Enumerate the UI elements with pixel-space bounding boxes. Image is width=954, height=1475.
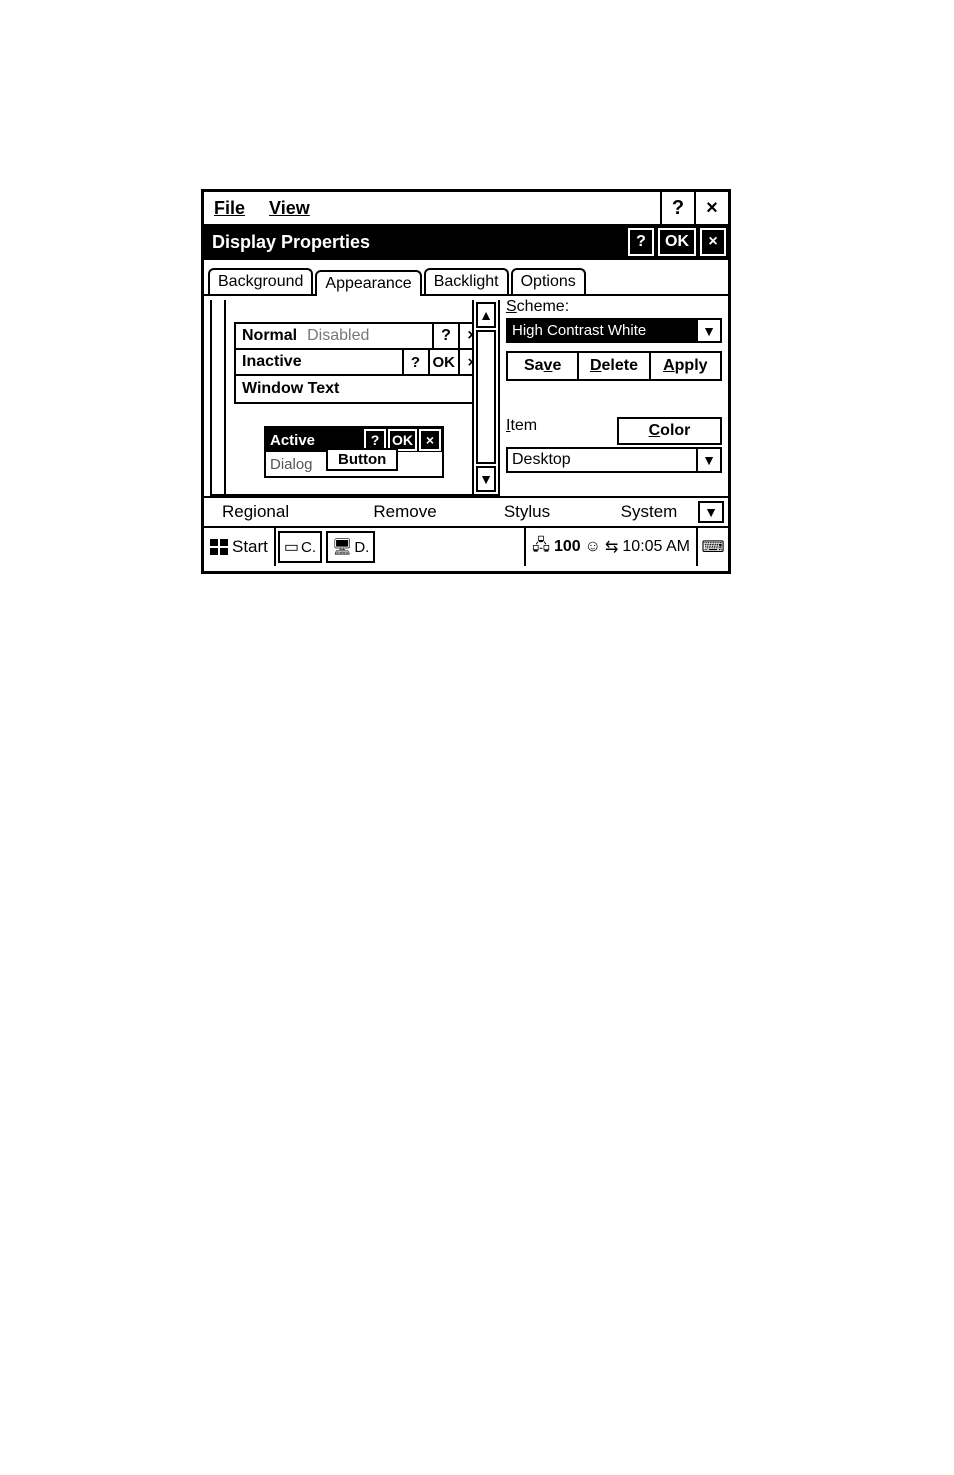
preview-inactive-ok-icon: OK	[428, 350, 459, 374]
dialog-body: Normal Disabled ? × Inactive ? OK	[204, 296, 728, 496]
save-button[interactable]: Save	[506, 351, 579, 381]
start-label: Start	[232, 537, 268, 557]
dialog-help-button[interactable]: ?	[628, 228, 654, 256]
preview-inactive-help-icon: ?	[402, 350, 428, 374]
taskbar-task-c[interactable]: ▭ C.	[278, 531, 322, 563]
start-button[interactable]: Start	[204, 528, 276, 566]
apply-button[interactable]: Apply	[651, 351, 722, 381]
task-d-icon: 🖥	[332, 537, 352, 557]
tray-clock[interactable]: 10:05 AM	[622, 538, 690, 556]
preview-main: Normal Disabled ? × Inactive ? OK	[226, 300, 472, 494]
control-panel-row: Regional Remove Stylus System ▼	[204, 496, 728, 528]
shell-menubar: File View ? ×	[204, 192, 728, 226]
delete-button[interactable]: Delete	[579, 351, 650, 381]
tab-background[interactable]: Background	[208, 268, 313, 294]
taskbar: Start ▭ C. 🖥 D. 🖧 100 ☺ ⇆ 10:05 AM ⌨	[204, 528, 728, 566]
cmd-system[interactable]: System	[588, 502, 710, 522]
dialog-title: Display Properties	[212, 232, 370, 253]
shell-help-button[interactable]: ?	[660, 192, 694, 224]
scheme-dropdown-icon[interactable]: ▼	[698, 318, 722, 343]
task-c-label: C.	[301, 539, 316, 556]
item-label: Item	[506, 417, 611, 435]
tab-options[interactable]: Options	[511, 268, 586, 294]
preview-normal-close-icon: ×	[458, 324, 472, 348]
device-screen: File View ? × Display Properties ? OK × …	[201, 189, 731, 574]
color-button[interactable]: Color	[617, 417, 722, 445]
task-c-icon: ▭	[284, 537, 299, 557]
preview-gutter	[212, 300, 226, 494]
scroll-down-icon[interactable]: ▼	[476, 466, 496, 492]
preview-button: Button	[326, 448, 398, 471]
scheme-select[interactable]: High Contrast White	[506, 318, 698, 343]
scheme-label: Scheme:	[506, 298, 722, 316]
cmd-regional[interactable]: Regional	[222, 502, 344, 522]
preview-scrollbar[interactable]: ▲ ▼	[472, 300, 498, 494]
tray-connection-icon[interactable]: ⇆	[605, 537, 618, 557]
preview-active-label: Active	[266, 432, 319, 449]
sip-button[interactable]: ⌨	[696, 528, 728, 566]
taskbar-task-d[interactable]: 🖥 D.	[326, 531, 375, 563]
task-d-label: D.	[354, 539, 369, 556]
preview-inactive-close-icon: ×	[458, 350, 472, 374]
tab-appearance[interactable]: Appearance	[315, 270, 421, 296]
tray-sync-icon[interactable]: ☺	[585, 538, 601, 556]
system-tray: 🖧 100 ☺ ⇆ 10:05 AM	[524, 528, 696, 566]
tray-network-icon[interactable]: 🖧	[532, 534, 550, 561]
cmd-stylus[interactable]: Stylus	[466, 502, 588, 522]
dialog-ok-button[interactable]: OK	[658, 228, 696, 256]
preview-disabled-label: Disabled	[303, 327, 373, 345]
cmd-remove[interactable]: Remove	[344, 502, 466, 522]
scroll-track[interactable]	[476, 330, 496, 464]
windows-logo-icon	[210, 539, 228, 555]
menu-file[interactable]: File	[210, 196, 249, 221]
preview-normal-label: Normal	[236, 327, 303, 345]
shell-close-button[interactable]: ×	[694, 192, 728, 224]
tab-strip: Background Appearance Backlight Options	[204, 264, 728, 296]
menu-view[interactable]: View	[265, 196, 314, 221]
preview-dialog-label: Dialog	[266, 456, 317, 473]
controls-panel: Scheme: High Contrast White ▼ Save Delet…	[504, 296, 728, 496]
keyboard-icon: ⌨	[701, 537, 724, 557]
preview-window-text: Window Text	[236, 376, 472, 402]
preview-active-window: Active ? OK × Dialog Button	[264, 426, 444, 478]
dialog-close-button[interactable]: ×	[700, 228, 726, 256]
preview-panel: Normal Disabled ? × Inactive ? OK	[204, 296, 504, 496]
preview-active-close-icon: ×	[419, 429, 441, 451]
tray-battery[interactable]: 100	[554, 538, 581, 556]
item-select[interactable]: Desktop	[506, 447, 698, 473]
preview-normal-window: Normal Disabled ? × Inactive ? OK	[234, 322, 472, 404]
dialog-titlebar: Display Properties ? OK ×	[204, 226, 728, 260]
cmd-dropdown-icon[interactable]: ▼	[698, 501, 724, 523]
tab-backlight[interactable]: Backlight	[424, 268, 509, 294]
preview-inactive-label: Inactive	[236, 353, 308, 371]
preview-normal-help-icon: ?	[432, 324, 458, 348]
item-dropdown-icon[interactable]: ▼	[698, 447, 722, 473]
scroll-up-icon[interactable]: ▲	[476, 302, 496, 328]
